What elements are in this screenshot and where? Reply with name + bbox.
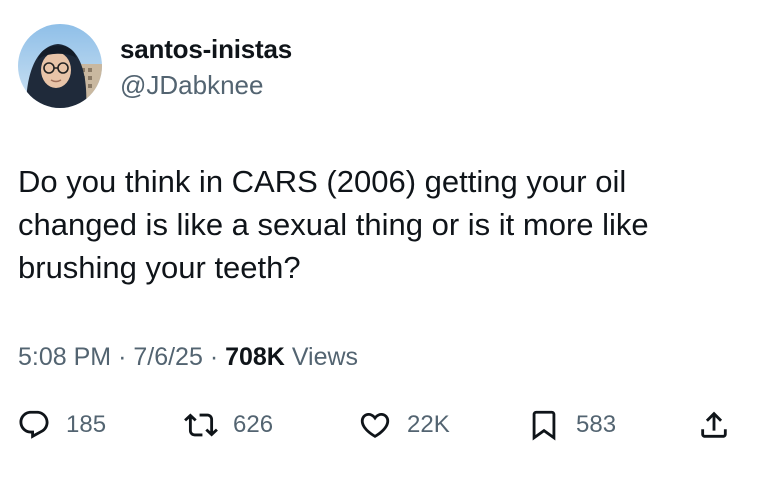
action-bar: 185 626 22K 583 xyxy=(0,400,760,450)
share-button[interactable] xyxy=(696,400,732,450)
retweet-button[interactable]: 626 xyxy=(183,400,273,450)
bookmark-icon xyxy=(526,407,562,443)
share-icon xyxy=(696,407,732,443)
author-display-name[interactable]: santos-inistas xyxy=(120,34,292,64)
tweet-card: santos-inistas @JDabknee Do you think in… xyxy=(0,0,760,479)
reply-icon xyxy=(16,407,52,443)
tweet-meta: 5:08 PM · 7/6/25 · 708K Views xyxy=(18,342,358,372)
bookmark-button[interactable]: 583 xyxy=(526,400,616,450)
views-label: Views xyxy=(291,343,359,371)
tweet-text: Do you think in CARS (2006) getting your… xyxy=(18,164,649,285)
views-count: 708K xyxy=(225,343,285,371)
meta-separator: · xyxy=(209,343,219,371)
avatar[interactable] xyxy=(18,24,102,108)
like-count: 22K xyxy=(407,411,450,438)
like-button[interactable]: 22K xyxy=(357,400,450,450)
retweet-icon xyxy=(183,407,219,443)
avatar-image xyxy=(18,24,102,108)
meta-separator: · xyxy=(118,343,127,371)
author-handle[interactable]: @JDabknee xyxy=(120,70,263,100)
bookmark-count: 583 xyxy=(576,411,617,438)
tweet-time[interactable]: 5:08 PM xyxy=(18,343,111,371)
heart-icon xyxy=(357,407,393,443)
tweet-date[interactable]: 7/6/25 xyxy=(133,343,203,371)
retweet-count: 626 xyxy=(233,411,274,438)
reply-count: 185 xyxy=(66,411,107,438)
reply-button[interactable]: 185 xyxy=(16,400,106,450)
